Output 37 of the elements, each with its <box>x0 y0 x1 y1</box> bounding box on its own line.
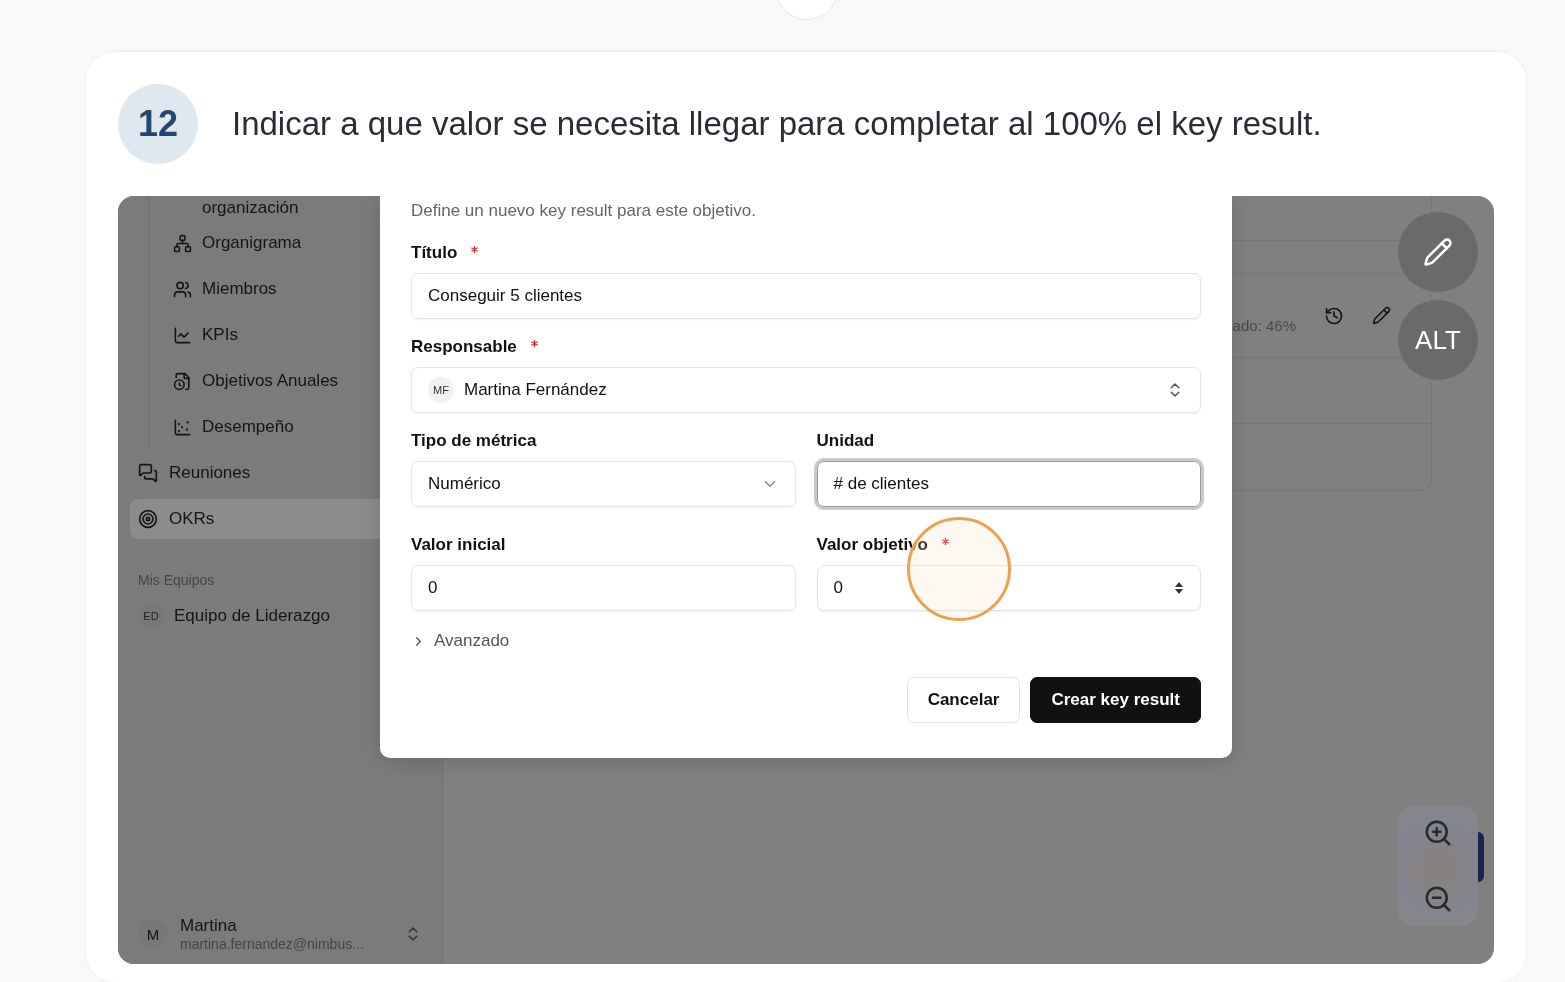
field-label: Unidad <box>816 431 876 451</box>
chat-icon <box>138 463 158 483</box>
zoom-in-icon[interactable] <box>1423 818 1453 848</box>
scatter-chart-icon <box>173 417 192 437</box>
select-field[interactable]: MF Martina Fernández <box>411 367 1201 413</box>
alt-button[interactable]: ALT <box>1398 300 1478 380</box>
step-number: 12 <box>118 84 198 164</box>
field-label: Tipo de métrica <box>411 431 538 451</box>
pencil-icon[interactable] <box>1372 306 1391 325</box>
avatar-initials: MF <box>428 377 454 403</box>
required-icon <box>942 538 949 545</box>
input-field[interactable]: Conseguir 5 clientes <box>411 273 1201 319</box>
spinner-icon[interactable] <box>1174 580 1184 596</box>
step-instruction: Indicar a que valor se necesita llegar para completar al 100% el key result. <box>232 105 1322 143</box>
zoom-out-icon[interactable] <box>1423 884 1453 914</box>
create-button[interactable]: Crear key result <box>1030 677 1201 723</box>
floating-button[interactable] <box>1478 832 1484 882</box>
file-clock-icon <box>173 371 192 391</box>
field-label: Responsable <box>411 337 1201 357</box>
input-field[interactable]: 0 <box>816 565 1201 611</box>
org-chart-icon <box>173 233 192 253</box>
chart-icon <box>173 325 192 345</box>
required-icon <box>471 246 479 253</box>
user-name: Martina <box>180 916 238 936</box>
target-icon <box>138 509 158 529</box>
dialog-description: Define un nuevo key result para este objetivo. <box>411 201 757 221</box>
required-icon <box>530 340 538 347</box>
pencil-icon <box>1423 237 1453 267</box>
advanced-toggle[interactable]: Avanzado <box>411 631 510 651</box>
cancel-button[interactable]: Cancelar <box>906 677 1021 723</box>
select-field[interactable]: Numérico <box>411 461 796 507</box>
user-avatar: M <box>138 919 168 949</box>
history-icon[interactable] <box>1324 305 1344 326</box>
input-field[interactable]: # de clientes <box>816 461 1201 507</box>
users-icon <box>173 279 192 299</box>
input-field[interactable]: 0 <box>411 565 796 611</box>
field-label: Título <box>411 243 1201 263</box>
